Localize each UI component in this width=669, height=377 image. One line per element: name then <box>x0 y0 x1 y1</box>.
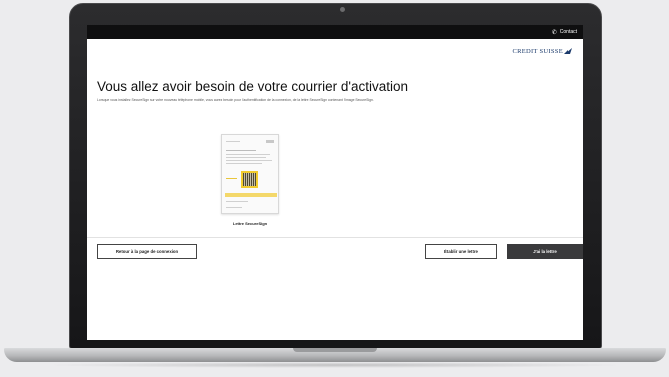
letter-thumbnail <box>221 134 279 214</box>
browser-screen: ✆ Contact CREDIT SUISSE Vous allez avoir… <box>87 25 583 340</box>
page-title: Vous allez avoir besoin de votre courrie… <box>97 79 408 94</box>
have-letter-button[interactable]: J'ai la lettre <box>507 244 583 259</box>
phone-icon: ✆ <box>551 29 557 36</box>
credit-suisse-logo: CREDIT SUISSE <box>512 47 573 55</box>
letter-caption: Lettre SecureSign <box>232 221 268 226</box>
laptop-shadow <box>40 362 630 368</box>
securesign-image <box>241 171 258 188</box>
webcam-icon <box>340 7 345 12</box>
highlight-bar <box>225 193 277 197</box>
sails-icon <box>564 48 572 54</box>
back-to-login-button[interactable]: Retour à la page de connexion <box>97 244 197 259</box>
top-bar: ✆ Contact <box>87 25 583 39</box>
create-letter-button[interactable]: Établir une lettre <box>425 244 497 259</box>
laptop-notch <box>293 348 377 352</box>
logo-text: CREDIT SUISSE <box>512 48 563 55</box>
contact-link[interactable]: Contact <box>560 29 577 35</box>
divider <box>87 237 583 238</box>
page-description: Lorsque vous installez SecureSign sur vo… <box>97 98 374 102</box>
